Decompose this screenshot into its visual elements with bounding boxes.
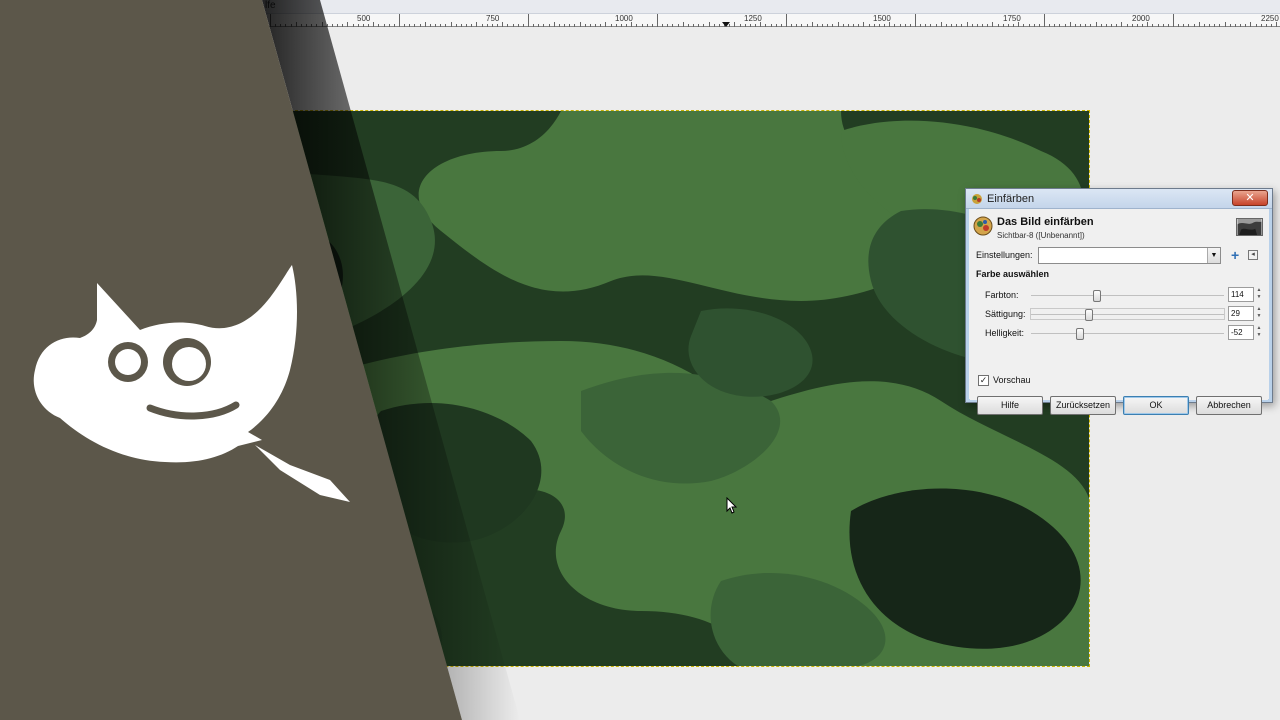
layer-thumbnail bbox=[1236, 218, 1263, 236]
menubar-fragment[interactable]: lfe bbox=[265, 0, 276, 11]
colorize-icon bbox=[972, 194, 982, 204]
saturation-label: Sättigung: bbox=[985, 309, 1026, 319]
ruler-label: 2000 bbox=[1132, 14, 1150, 23]
ruler-label: 1750 bbox=[1003, 14, 1021, 23]
saturation-spin-arrows-icon[interactable]: ▲ ▼ bbox=[1255, 306, 1263, 321]
menubar: lfe bbox=[0, 0, 1280, 14]
ok-button[interactable]: OK bbox=[1123, 396, 1189, 415]
hue-spinbutton[interactable]: 114 bbox=[1228, 287, 1254, 302]
settings-combobox[interactable]: ▼ bbox=[1038, 247, 1221, 264]
colorize-dialog[interactable]: Einfärben ✕ Das Bild einfärben Sichtbar-… bbox=[965, 188, 1273, 415]
ruler-ticks bbox=[270, 14, 1277, 27]
lightness-spin-arrows-icon[interactable]: ▲ ▼ bbox=[1255, 325, 1263, 340]
ruler-label: 2250 bbox=[1261, 14, 1279, 23]
horizontal-ruler[interactable]: 500 750 1000 1250 1500 1750 2000 2250 bbox=[0, 14, 1280, 27]
add-preset-icon[interactable]: + bbox=[1231, 248, 1243, 262]
ruler-label: 1500 bbox=[873, 14, 891, 23]
ruler-label: 750 bbox=[486, 14, 500, 23]
hue-slider-handle[interactable] bbox=[1093, 290, 1101, 302]
preset-menu-icon[interactable]: ◂ bbox=[1248, 250, 1258, 260]
dialog-header-subtitle: Sichtbar-8 ([Unbenannt]) bbox=[997, 231, 1085, 240]
saturation-spinbutton[interactable]: 29 bbox=[1228, 306, 1254, 321]
chevron-down-icon[interactable]: ▼ bbox=[1207, 248, 1220, 263]
preview-checkbox[interactable]: ✓ bbox=[978, 375, 989, 386]
ruler-label: 1000 bbox=[615, 14, 633, 23]
close-icon[interactable]: ✕ bbox=[1232, 190, 1268, 206]
lightness-slider[interactable] bbox=[1030, 327, 1225, 340]
ruler-label: 1250 bbox=[744, 14, 762, 23]
mouse-pointer-icon bbox=[726, 497, 738, 514]
preview-label[interactable]: Vorschau bbox=[993, 375, 1031, 385]
saturation-slider-handle[interactable] bbox=[1085, 309, 1093, 321]
section-title: Farbe auswählen bbox=[976, 269, 1050, 279]
hue-spin-arrows-icon[interactable]: ▲ ▼ bbox=[1255, 287, 1263, 302]
hue-slider[interactable] bbox=[1030, 289, 1225, 302]
saturation-slider[interactable] bbox=[1030, 308, 1225, 321]
ruler-label: 500 bbox=[357, 14, 371, 23]
dialog-titlebar[interactable]: Einfärben ✕ bbox=[966, 189, 1272, 209]
colorize-icon bbox=[973, 216, 993, 236]
ruler-pointer-marker bbox=[722, 22, 730, 27]
dialog-window-title: Einfärben bbox=[987, 193, 1035, 205]
dialog-header-title: Das Bild einfärben bbox=[997, 216, 1094, 228]
lightness-slider-handle[interactable] bbox=[1076, 328, 1084, 340]
lightness-label: Helligkeit: bbox=[985, 328, 1025, 338]
help-button[interactable]: Hilfe bbox=[977, 396, 1043, 415]
cancel-button[interactable]: Abbrechen bbox=[1196, 396, 1262, 415]
reset-button[interactable]: Zurücksetzen bbox=[1050, 396, 1116, 415]
settings-label: Einstellungen: bbox=[976, 250, 1033, 260]
hue-label: Farbton: bbox=[985, 290, 1019, 300]
lightness-spinbutton[interactable]: -52 bbox=[1228, 325, 1254, 340]
dialog-body: Das Bild einfärben Sichtbar-8 ([Unbenann… bbox=[970, 210, 1268, 415]
